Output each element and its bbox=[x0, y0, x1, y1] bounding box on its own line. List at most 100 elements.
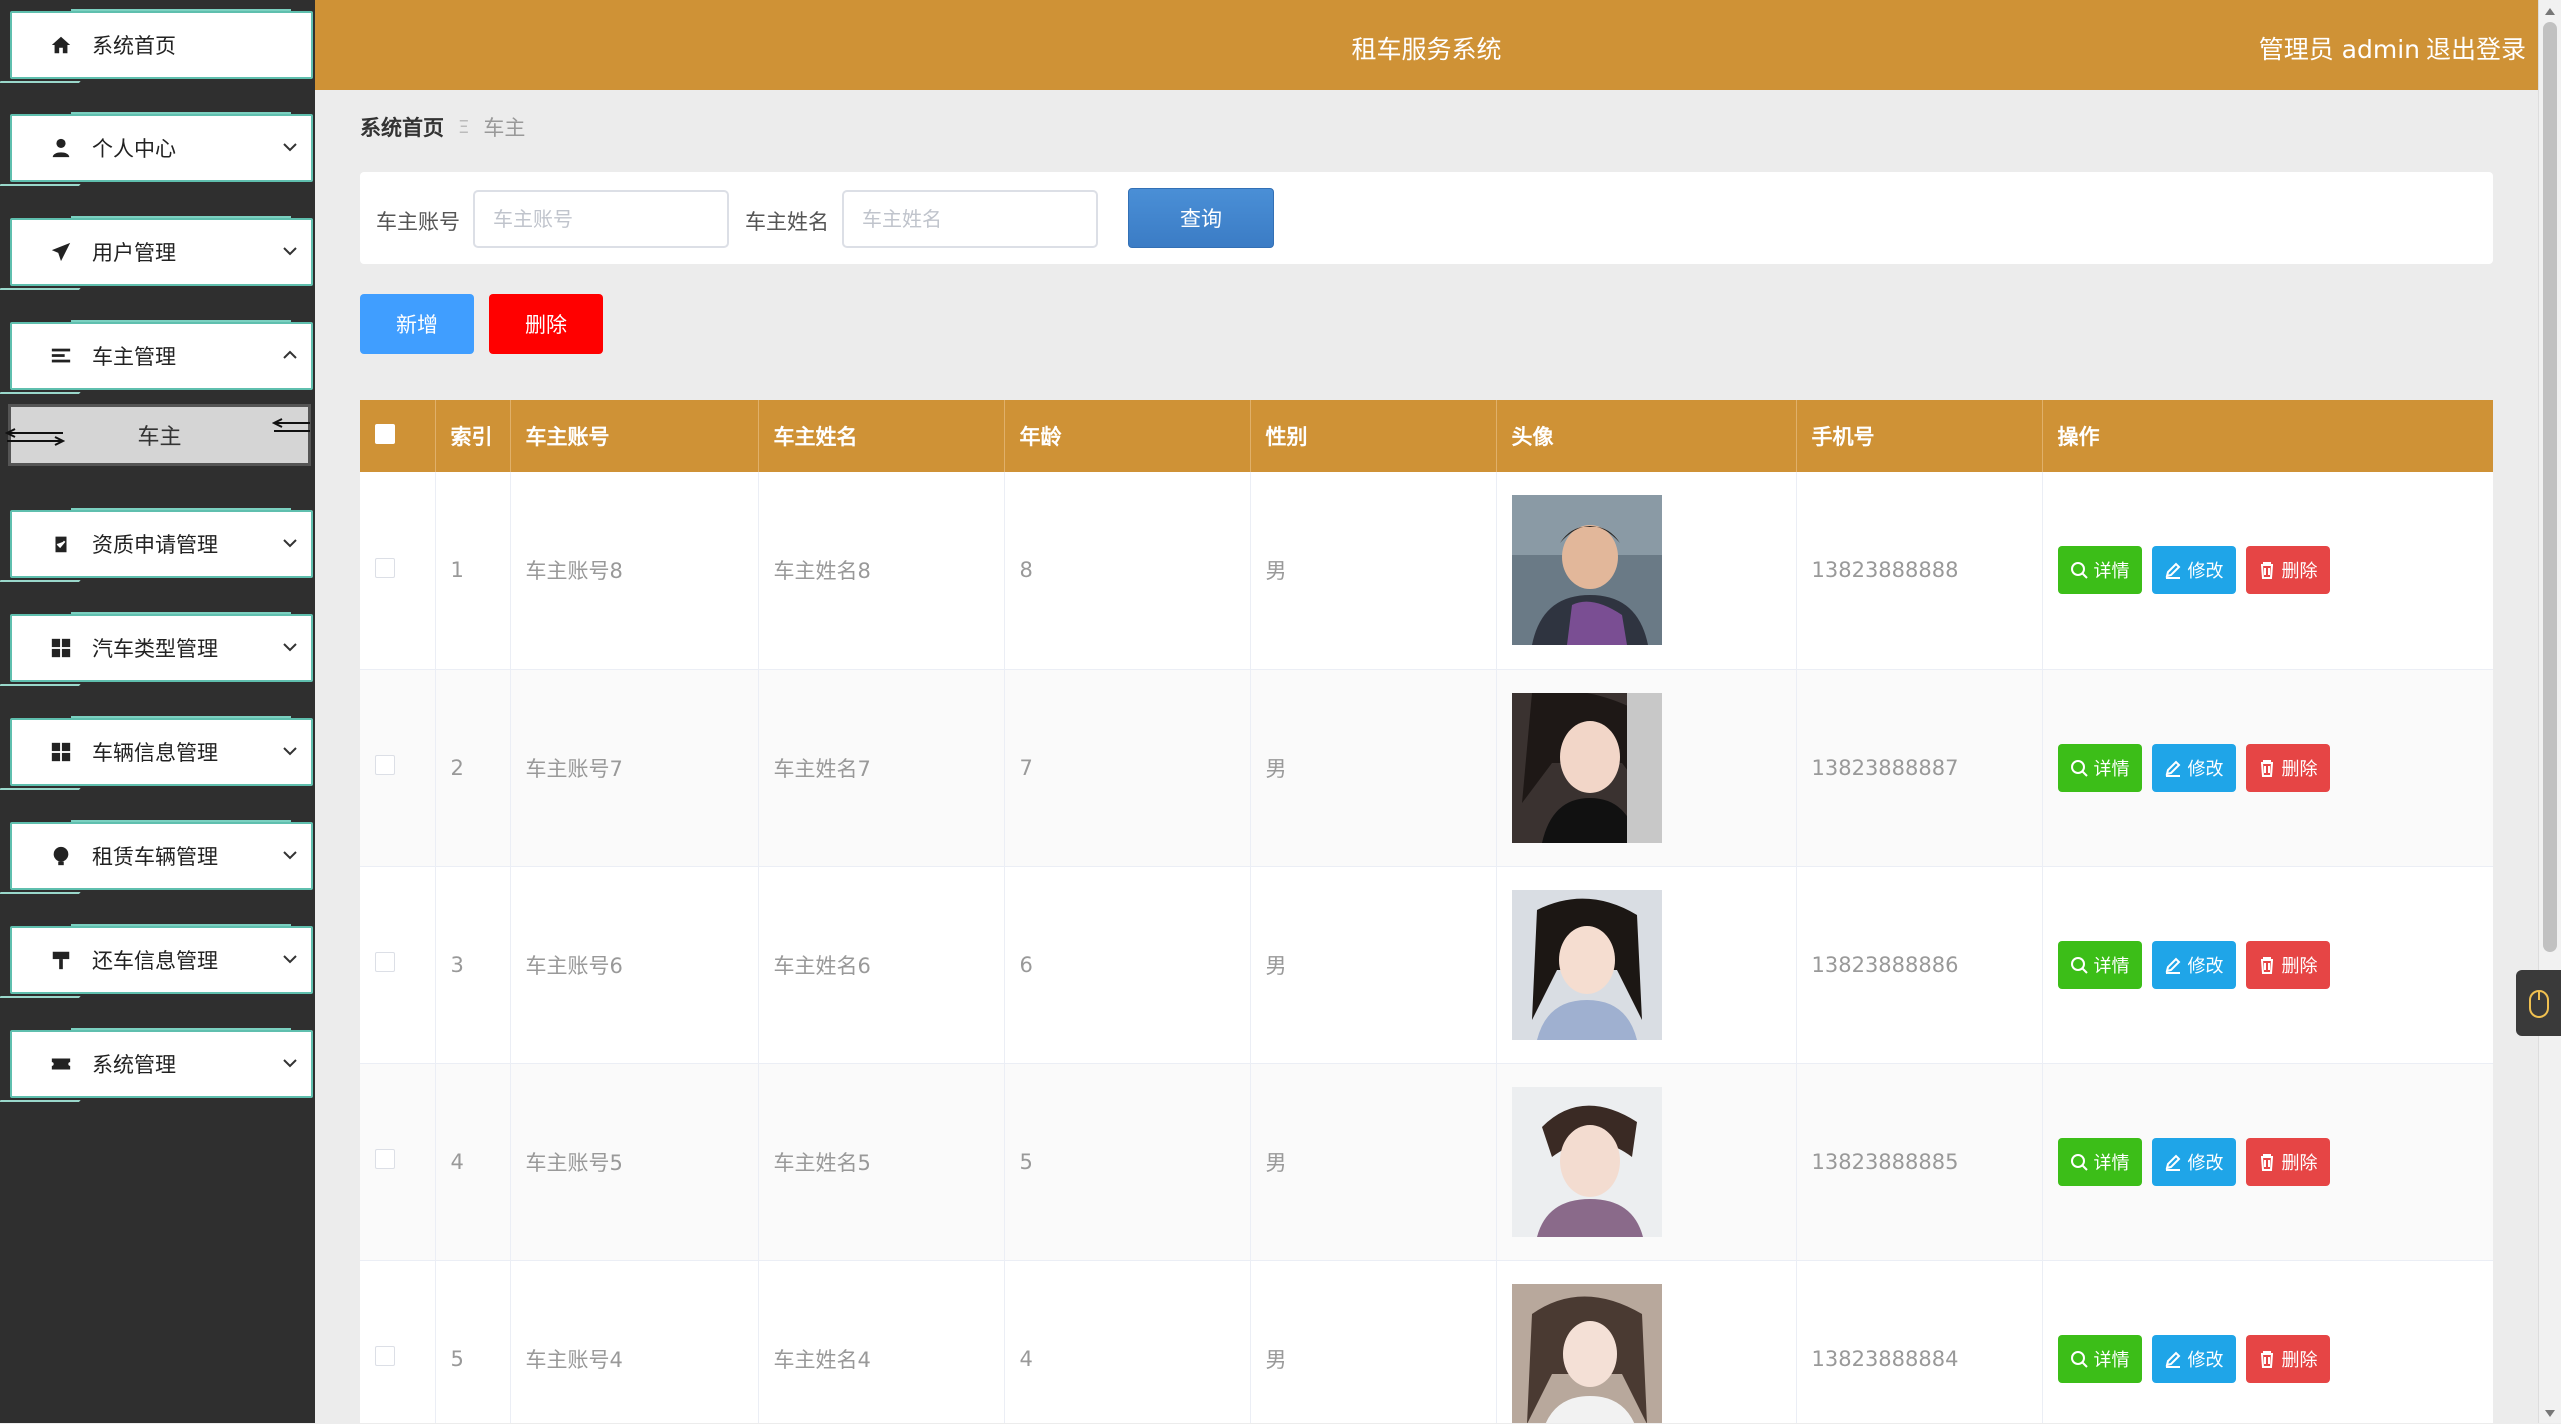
sidebar-item-user-management[interactable]: 用户管理 bbox=[10, 216, 313, 286]
breadcrumb-separator: Ξ bbox=[458, 116, 470, 138]
delete-button[interactable]: 删除 bbox=[2245, 1137, 2330, 1186]
row-index: 5 bbox=[435, 1260, 511, 1423]
detail-button[interactable]: 详情 bbox=[2057, 546, 2142, 595]
avatar[interactable] bbox=[1511, 1283, 1662, 1424]
detail-button[interactable]: 详情 bbox=[2057, 940, 2142, 989]
avatar[interactable] bbox=[1511, 1086, 1662, 1237]
row-checkbox[interactable] bbox=[375, 557, 395, 578]
row-index: 1 bbox=[435, 472, 511, 669]
sidebar-item-label: 车辆信息管理 bbox=[92, 741, 218, 765]
sidebar-item-car-type[interactable]: 汽车类型管理 bbox=[10, 612, 313, 682]
edit-icon bbox=[2165, 1351, 2180, 1368]
row-ops-cell: 详情 修改 删除 bbox=[2042, 669, 2493, 866]
edit-button[interactable]: 修改 bbox=[2151, 546, 2236, 595]
edit-button[interactable]: 修改 bbox=[2151, 1137, 2236, 1186]
sidebar: 系统首页 个人中心 用户管理 车主管理 车主 资质申请管理 汽车类型管理 车辆信… bbox=[0, 0, 315, 1423]
row-ops-cell: 详情 修改 删除 bbox=[2042, 866, 2493, 1063]
row-avatar-cell bbox=[1496, 1063, 1797, 1260]
batch-delete-button[interactable]: 删除 bbox=[489, 294, 603, 354]
sidebar-item-system-management[interactable]: 系统管理 bbox=[10, 1028, 313, 1098]
ticket-icon bbox=[50, 1053, 72, 1075]
table-row: 4 车主账号5 车主姓名5 5 男 13823888885 详情 修改 删除 bbox=[360, 1063, 2493, 1260]
breadcrumb-home[interactable]: 系统首页 bbox=[360, 112, 444, 142]
bulb-icon bbox=[50, 845, 72, 867]
delete-button[interactable]: 删除 bbox=[2245, 940, 2330, 989]
sidebar-item-return-info[interactable]: 还车信息管理 bbox=[10, 924, 313, 994]
search-icon bbox=[2070, 759, 2088, 777]
detail-label: 详情 bbox=[2093, 758, 2130, 780]
row-account: 车主账号6 bbox=[510, 866, 759, 1063]
edit-icon bbox=[2165, 957, 2180, 974]
sidebar-item-label: 系统首页 bbox=[92, 34, 176, 58]
detail-button[interactable]: 详情 bbox=[2057, 743, 2142, 792]
row-age: 7 bbox=[1004, 669, 1251, 866]
chevron-down-icon bbox=[281, 638, 299, 656]
column-header: 索引 bbox=[435, 400, 511, 472]
table-row: 1 车主账号8 车主姓名8 8 男 13823888888 详情 修改 删除 bbox=[360, 472, 2493, 669]
current-user: 管理员 admin bbox=[2258, 35, 2420, 64]
search-panel: 车主账号 车主姓名 查询 bbox=[360, 172, 2493, 264]
chevron-down-icon bbox=[281, 742, 299, 760]
sidebar-item-label: 租赁车辆管理 bbox=[92, 845, 218, 869]
row-avatar-cell bbox=[1496, 866, 1797, 1063]
detail-label: 详情 bbox=[2093, 955, 2130, 977]
select-all-cell[interactable] bbox=[360, 400, 436, 472]
row-index: 3 bbox=[435, 866, 511, 1063]
scroll-up-icon[interactable] bbox=[2543, 4, 2557, 18]
name-search-input[interactable] bbox=[842, 190, 1098, 248]
delete-button[interactable]: 删除 bbox=[2245, 1334, 2330, 1383]
detail-button[interactable]: 详情 bbox=[2057, 1137, 2142, 1186]
delete-label: 删除 bbox=[2281, 955, 2318, 977]
edit-button[interactable]: 修改 bbox=[2151, 743, 2236, 792]
chevron-down-icon bbox=[281, 534, 299, 552]
sidebar-item-home[interactable]: 系统首页 bbox=[10, 9, 313, 79]
avatar[interactable] bbox=[1511, 692, 1662, 843]
edit-button[interactable]: 修改 bbox=[2151, 940, 2236, 989]
row-name: 车主姓名8 bbox=[758, 472, 1005, 669]
page-scrollbar[interactable] bbox=[2538, 0, 2561, 1423]
floating-tool-button[interactable] bbox=[2516, 970, 2561, 1036]
sidebar-subitem-label: 车主 bbox=[137, 425, 182, 450]
scroll-down-icon[interactable] bbox=[2543, 1405, 2557, 1419]
delete-label: 删除 bbox=[2281, 758, 2318, 780]
row-checkbox[interactable] bbox=[375, 755, 395, 775]
delete-button[interactable]: 删除 bbox=[2245, 546, 2330, 595]
row-checkbox[interactable] bbox=[375, 952, 395, 972]
table-row: 5 车主账号4 车主姓名4 4 男 13823888884 详情 修改 删除 bbox=[360, 1260, 2493, 1423]
add-button[interactable]: 新增 bbox=[360, 294, 474, 354]
delete-button[interactable]: 删除 bbox=[2245, 743, 2330, 792]
account-search-input[interactable] bbox=[473, 190, 729, 248]
detail-button[interactable]: 详情 bbox=[2057, 1334, 2142, 1383]
sidebar-subitem-owner[interactable]: 车主 bbox=[4, 404, 311, 466]
owner-table: 索引 车主账号 车主姓名 年龄 性别 头像 手机号 操作 1 车主账号8 车主姓… bbox=[360, 400, 2493, 1423]
home-icon bbox=[50, 34, 72, 56]
chevron-up-icon bbox=[281, 346, 299, 364]
scroll-thumb[interactable] bbox=[2543, 22, 2557, 952]
query-button[interactable]: 查询 bbox=[1128, 188, 1274, 248]
chevron-down-icon bbox=[281, 846, 299, 864]
row-checkbox[interactable] bbox=[375, 1149, 395, 1169]
sidebar-item-owner-management[interactable]: 车主管理 bbox=[10, 320, 313, 390]
double-arrow-icon bbox=[4, 425, 66, 449]
sidebar-item-label: 车主管理 bbox=[92, 345, 176, 369]
sidebar-item-personal-center[interactable]: 个人中心 bbox=[10, 112, 313, 182]
sidebar-item-rental-vehicle[interactable]: 租赁车辆管理 bbox=[10, 820, 313, 890]
row-avatar-cell bbox=[1496, 472, 1797, 669]
trash-icon bbox=[2260, 1153, 2273, 1171]
sidebar-item-label: 用户管理 bbox=[92, 241, 176, 265]
sidebar-item-vehicle-info[interactable]: 车辆信息管理 bbox=[10, 716, 313, 786]
row-checkbox[interactable] bbox=[375, 1346, 395, 1366]
row-gender: 男 bbox=[1250, 866, 1497, 1063]
row-name: 车主姓名7 bbox=[758, 669, 1005, 866]
select-all-checkbox[interactable] bbox=[375, 423, 395, 444]
account-label: 车主账号 bbox=[376, 210, 460, 234]
row-ops-cell: 详情 修改 删除 bbox=[2042, 472, 2493, 669]
row-avatar-cell bbox=[1496, 669, 1797, 866]
logout-link[interactable]: 退出登录 bbox=[2426, 30, 2526, 66]
edit-button[interactable]: 修改 bbox=[2151, 1334, 2236, 1383]
avatar[interactable] bbox=[1511, 495, 1662, 646]
chevron-down-icon bbox=[281, 1054, 299, 1072]
delete-label: 删除 bbox=[2281, 1349, 2318, 1371]
avatar[interactable] bbox=[1511, 889, 1662, 1040]
sidebar-item-qualification[interactable]: 资质申请管理 bbox=[10, 508, 313, 578]
